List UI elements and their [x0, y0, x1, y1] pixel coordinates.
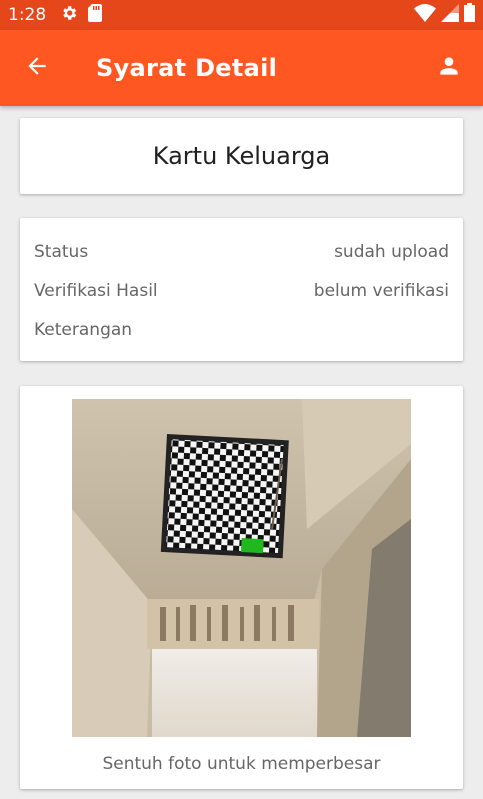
back-button[interactable]: [12, 43, 62, 93]
wifi-icon: [414, 3, 436, 27]
info-row-verifikasi: Verifikasi Hasil belum verifikasi: [34, 271, 449, 310]
info-label: Keterangan: [34, 319, 133, 340]
profile-button[interactable]: [427, 43, 471, 93]
info-label: Verifikasi Hasil: [34, 280, 158, 301]
info-row-keterangan: Keterangan: [34, 310, 449, 349]
status-bar: 1:28: [0, 0, 483, 30]
sd-card-icon: [88, 3, 103, 27]
photo-card: Sentuh foto untuk memperbesar: [20, 386, 463, 789]
info-row-status: Status sudah upload: [34, 232, 449, 271]
person-icon: [436, 53, 462, 84]
status-time: 1:28: [8, 5, 47, 25]
info-value: belum verifikasi: [313, 280, 449, 301]
photo-caption: Sentuh foto untuk memperbesar: [102, 754, 381, 774]
battery-icon: [464, 3, 475, 27]
document-title: Kartu Keluarga: [152, 142, 331, 170]
app-bar: Syarat Detail: [0, 30, 483, 106]
info-label: Status: [34, 241, 89, 262]
page-title: Syarat Detail: [96, 54, 278, 82]
arrow-back-icon: [24, 53, 50, 84]
info-value: sudah upload: [334, 241, 449, 262]
document-photo[interactable]: [72, 399, 411, 737]
info-card: Status sudah upload Verifikasi Hasil bel…: [20, 218, 463, 361]
gear-icon: [60, 4, 78, 27]
signal-icon: [441, 3, 459, 27]
document-title-card: Kartu Keluarga: [20, 118, 463, 194]
